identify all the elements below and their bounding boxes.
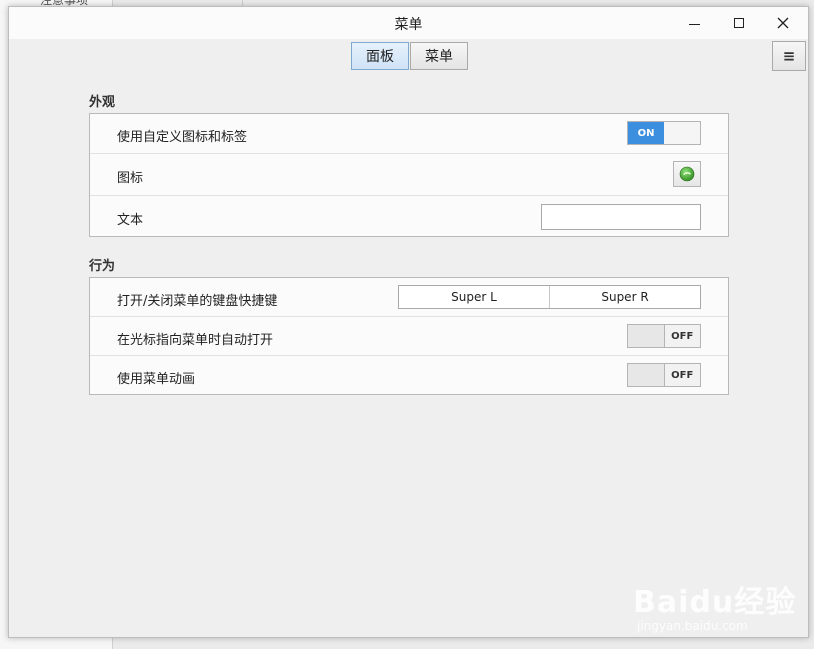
hamburger-menu-button[interactable]: ≡	[772, 41, 806, 71]
close-button[interactable]	[761, 7, 805, 39]
shortcut-key-group: Super L Super R	[398, 285, 701, 309]
menu-settings-window: 菜单 面板 菜单 ≡ 外观 使用自定义图标和标签 ON 图标 文本 行为 打开/…	[8, 6, 809, 638]
behavior-panel: 打开/关闭菜单的键盘快捷键 Super L Super R 在光标指向菜单时自动…	[89, 277, 729, 395]
text-input[interactable]	[541, 204, 701, 230]
shortcut-label: 打开/关闭菜单的键盘快捷键	[117, 294, 278, 309]
tab-strip: 面板 菜单	[351, 42, 469, 70]
tab-panel[interactable]: 面板	[351, 42, 409, 70]
toggle-off-label: OFF	[664, 325, 700, 347]
toggle-knob	[628, 325, 665, 347]
watermark-url: jingyan.baidu.com	[637, 619, 748, 633]
icon-label: 图标	[117, 171, 144, 186]
hover-open-label: 在光标指向菜单时自动打开	[117, 333, 274, 348]
hamburger-icon: ≡	[782, 47, 796, 65]
animation-label: 使用菜单动画	[117, 372, 196, 387]
appearance-panel: 使用自定义图标和标签 ON 图标 文本	[89, 113, 729, 237]
tab-menu[interactable]: 菜单	[410, 42, 468, 70]
hover-open-toggle[interactable]: OFF	[627, 324, 701, 348]
minimize-button[interactable]	[672, 7, 716, 39]
toggle-off-label: OFF	[664, 364, 700, 386]
maximize-icon	[734, 18, 744, 28]
animation-toggle[interactable]: OFF	[627, 363, 701, 387]
chat-bubble-icon	[679, 166, 695, 182]
close-icon	[777, 17, 789, 29]
custom-icon-toggle[interactable]: ON	[627, 121, 701, 145]
toggle-knob	[628, 364, 665, 386]
row-shortcut: 打开/关闭菜单的键盘快捷键 Super L Super R	[90, 278, 728, 317]
text-label: 文本	[117, 213, 144, 228]
shortcut-key-right[interactable]: Super R	[549, 286, 700, 308]
shortcut-key-left[interactable]: Super L	[399, 286, 549, 308]
watermark-logo: Baidu经验	[633, 585, 797, 620]
custom-icon-label: 使用自定义图标和标签	[117, 130, 248, 145]
toggle-knob	[664, 122, 700, 144]
icon-chooser-button[interactable]	[673, 161, 701, 187]
row-animation: 使用菜单动画 OFF	[90, 356, 728, 394]
toggle-on-label: ON	[628, 122, 664, 144]
row-icon: 图标	[90, 154, 728, 196]
row-hover-open: 在光标指向菜单时自动打开 OFF	[90, 317, 728, 356]
row-text: 文本	[90, 196, 728, 236]
minimize-icon	[688, 23, 700, 25]
title-bar[interactable]: 菜单	[9, 7, 808, 39]
section-title-appearance: 外观	[89, 95, 116, 110]
section-title-behavior: 行为	[89, 259, 116, 274]
row-custom-icon: 使用自定义图标和标签 ON	[90, 114, 728, 154]
maximize-button[interactable]	[717, 7, 761, 39]
